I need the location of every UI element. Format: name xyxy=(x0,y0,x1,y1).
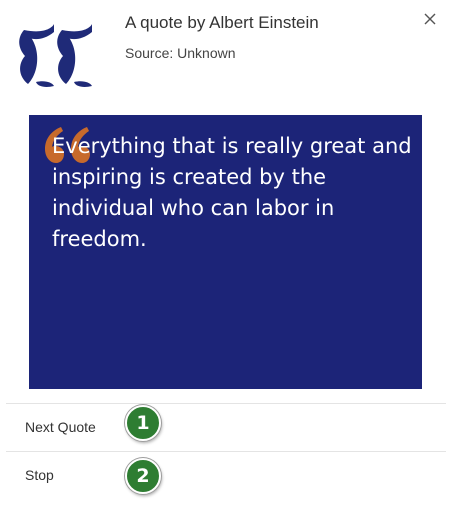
step-badge-1: 1 xyxy=(125,405,161,441)
quote-source: Source: Unknown xyxy=(125,45,236,61)
stop-button[interactable]: Stop 2 xyxy=(6,452,446,498)
step-badge-2: 2 xyxy=(125,458,161,494)
close-button[interactable] xyxy=(420,9,440,29)
quote-text: Everything that is really great and insp… xyxy=(52,134,412,251)
dialog-title: A quote by Albert Einstein xyxy=(125,13,319,32)
next-quote-label: Next Quote xyxy=(25,419,96,435)
close-icon xyxy=(424,13,436,25)
next-quote-button[interactable]: Next Quote 1 xyxy=(6,404,446,450)
stop-label: Stop xyxy=(25,467,54,483)
quote-image: Everything that is really great and insp… xyxy=(29,115,422,389)
quote-card: A quote by Albert Einstein Source: Unkno… xyxy=(0,0,450,507)
quote-marks-icon xyxy=(14,24,100,88)
